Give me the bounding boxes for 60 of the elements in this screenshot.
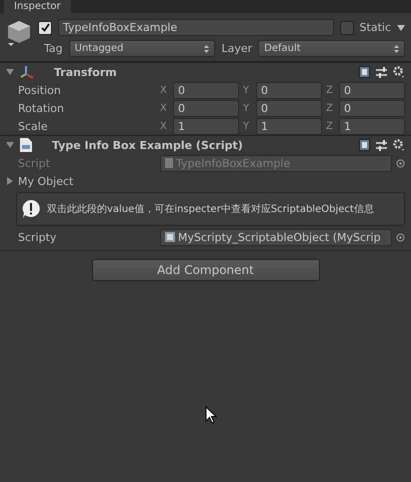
info-text: 双击此此段的value值，可在inspecter中查看对应ScriptableObject信息 [47, 202, 374, 216]
cube-icon [6, 19, 32, 47]
object-field[interactable]: MyScripty_ScriptableObject (MyScrip [160, 228, 392, 246]
expanded-triangle-icon[interactable] [6, 141, 14, 149]
axis-label: Z [326, 84, 334, 96]
number-field[interactable]: 1 [339, 118, 405, 134]
up-down-arrows-icon [394, 44, 400, 52]
script-label: Script [18, 156, 51, 170]
axis-label: Z [326, 120, 334, 132]
axis-label: X [160, 84, 168, 96]
component-title: Type Info Box Example (Script) [52, 138, 244, 152]
component-header[interactable]: Type Info Box Example (Script) [0, 135, 411, 154]
object-picker-icon[interactable] [396, 232, 405, 242]
property-label: Scale [18, 120, 49, 132]
component-title: Transform [54, 66, 118, 78]
expanded-triangle-icon[interactable] [6, 68, 14, 76]
component-header[interactable]: Transform [0, 62, 411, 81]
dropdown-arrow-icon[interactable] [397, 24, 405, 30]
exclamation-bubble-icon [21, 199, 41, 219]
up-down-arrows-icon [204, 44, 210, 52]
asset-icon [165, 232, 175, 242]
number-field[interactable]: 0 [339, 82, 405, 98]
mouse-pointer-icon [205, 406, 217, 424]
object-picker-icon[interactable] [396, 158, 405, 168]
active-checkbox[interactable] [38, 20, 52, 34]
axis-label: Y [243, 120, 250, 132]
sliders-icon[interactable] [376, 66, 387, 78]
number-field[interactable]: 0 [173, 82, 239, 98]
object-name-field[interactable]: TypeInfoBoxExample [58, 19, 334, 36]
collapsed-triangle-icon[interactable] [6, 177, 14, 185]
checkmark-icon [40, 23, 50, 32]
add-component-button[interactable]: Add Component [92, 259, 320, 281]
number-field[interactable]: 0 [256, 82, 322, 98]
axis-label: Z [326, 102, 334, 114]
script-file-icon [20, 138, 32, 152]
property-label: Rotation [18, 102, 66, 114]
document-icon [165, 158, 173, 168]
axis-label: X [160, 120, 168, 132]
static-checkbox[interactable] [340, 20, 354, 34]
settings-icon[interactable] [393, 139, 405, 151]
transform-axes-icon [20, 65, 34, 79]
static-label: Static [360, 21, 391, 34]
axis-label: X [160, 102, 168, 114]
inspector-tab[interactable]: Inspector [4, 0, 71, 13]
settings-icon[interactable] [393, 66, 405, 78]
layer-dropdown[interactable]: Default [258, 40, 406, 57]
property-label: Scripty [18, 230, 58, 244]
number-field[interactable]: 0 [339, 100, 405, 116]
number-field[interactable]: 0 [173, 100, 239, 116]
axis-label: Y [243, 102, 250, 114]
number-field[interactable]: 0 [256, 100, 322, 116]
tag-dropdown[interactable]: Untagged [68, 40, 216, 57]
number-field[interactable]: 1 [256, 118, 322, 134]
number-field[interactable]: 1 [173, 118, 239, 134]
layer-label: Layer [221, 42, 252, 55]
tag-label: Tag [44, 42, 63, 55]
foldout-label[interactable]: My Object [18, 174, 74, 188]
axis-label: Y [243, 84, 250, 96]
sliders-icon[interactable] [376, 140, 387, 150]
property-label: Position [18, 84, 62, 96]
